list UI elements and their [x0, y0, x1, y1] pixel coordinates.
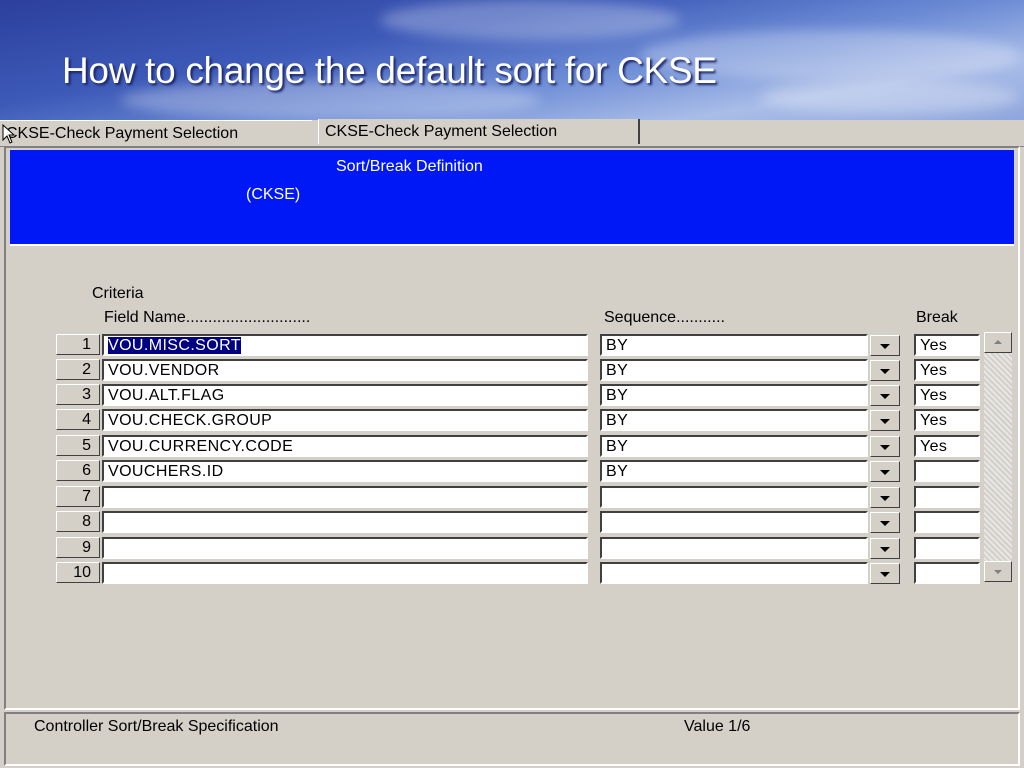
panel-title: Sort/Break Definition: [336, 158, 483, 175]
row-number[interactable]: 3: [56, 384, 100, 405]
sequence-header: Sequence...........: [604, 309, 725, 326]
break-input[interactable]: Yes: [914, 409, 980, 431]
sequence-input[interactable]: BY: [600, 334, 868, 356]
definition-header-panel: Sort/Break Definition (CKSE): [10, 150, 1014, 246]
sequence-dropdown-button[interactable]: [870, 436, 900, 457]
field-name-header: Field Name............................: [104, 309, 311, 326]
field-name-selected-text: VOU.MISC.SORT: [108, 337, 241, 354]
break-header: Break: [916, 309, 958, 326]
row-number[interactable]: 6: [56, 460, 100, 481]
row-number[interactable]: 4: [56, 409, 100, 430]
tab-strip: CKSE-Check Payment Selection CKSE-Check …: [0, 119, 1024, 147]
break-input[interactable]: Yes: [914, 435, 980, 457]
break-input[interactable]: [914, 562, 980, 584]
row-number[interactable]: 2: [56, 359, 100, 380]
scroll-down-button[interactable]: [984, 561, 1012, 582]
slide-title: How to change the default sort for CKSE: [62, 50, 717, 91]
mouse-cursor-icon: [2, 124, 16, 144]
sequence-dropdown-button[interactable]: [870, 410, 900, 431]
sort-break-window: Sort/Break Definition (CKSE) Criteria Fi…: [4, 146, 1020, 710]
sequence-dropdown-button[interactable]: [870, 360, 900, 381]
sequence-input[interactable]: [600, 562, 868, 584]
sequence-dropdown-button[interactable]: [870, 335, 900, 356]
status-value: Value 1/6: [684, 718, 751, 735]
scroll-up-button[interactable]: [984, 332, 1012, 353]
break-input[interactable]: Yes: [914, 359, 980, 381]
break-input[interactable]: [914, 486, 980, 508]
break-input[interactable]: [914, 537, 980, 559]
field-name-input[interactable]: VOU.CURRENCY.CODE: [102, 435, 588, 457]
status-text: Controller Sort/Break Specification: [34, 718, 279, 735]
field-name-input[interactable]: VOU.MISC.SORT: [102, 334, 588, 356]
sequence-dropdown-button[interactable]: [870, 461, 900, 482]
sequence-input[interactable]: BY: [600, 359, 868, 381]
break-input[interactable]: Yes: [914, 384, 980, 406]
sequence-input[interactable]: [600, 511, 868, 533]
sequence-dropdown-button[interactable]: [870, 487, 900, 508]
sequence-dropdown-button[interactable]: [870, 538, 900, 559]
sequence-input[interactable]: [600, 486, 868, 508]
row-number[interactable]: 8: [56, 511, 100, 532]
field-name-input[interactable]: VOU.VENDOR: [102, 359, 588, 381]
slide-header: How to change the default sort for CKSE: [0, 0, 1024, 120]
field-name-input[interactable]: [102, 486, 588, 508]
break-input[interactable]: [914, 460, 980, 482]
field-name-input[interactable]: VOUCHERS.ID: [102, 460, 588, 482]
tab-check-payment-selection-1[interactable]: CKSE-Check Payment Selection: [0, 120, 312, 145]
sequence-dropdown-button[interactable]: [870, 563, 900, 584]
field-name-input[interactable]: [102, 537, 588, 559]
status-bar: Controller Sort/Break Specification Valu…: [4, 712, 1020, 766]
break-input[interactable]: [914, 511, 980, 533]
field-name-input[interactable]: VOU.ALT.FLAG: [102, 384, 588, 406]
field-name-input[interactable]: VOU.CHECK.GROUP: [102, 409, 588, 431]
rows-scrollbar[interactable]: [984, 332, 1012, 582]
row-number[interactable]: 7: [56, 486, 100, 507]
row-number[interactable]: 10: [56, 562, 100, 583]
tab-check-payment-selection-2[interactable]: CKSE-Check Payment Selection: [318, 119, 640, 144]
field-name-input[interactable]: [102, 562, 588, 584]
sequence-input[interactable]: [600, 537, 868, 559]
panel-subtitle: (CKSE): [246, 186, 301, 203]
sequence-dropdown-button[interactable]: [870, 512, 900, 533]
sequence-dropdown-button[interactable]: [870, 385, 900, 406]
sequence-input[interactable]: BY: [600, 460, 868, 482]
row-number[interactable]: 1: [56, 334, 100, 355]
field-name-input[interactable]: [102, 511, 588, 533]
sequence-input[interactable]: BY: [600, 384, 868, 406]
sequence-input[interactable]: BY: [600, 409, 868, 431]
criteria-label: Criteria: [92, 285, 144, 302]
sequence-input[interactable]: BY: [600, 435, 868, 457]
row-number[interactable]: 9: [56, 537, 100, 558]
break-input[interactable]: Yes: [914, 334, 980, 356]
row-number[interactable]: 5: [56, 435, 100, 456]
